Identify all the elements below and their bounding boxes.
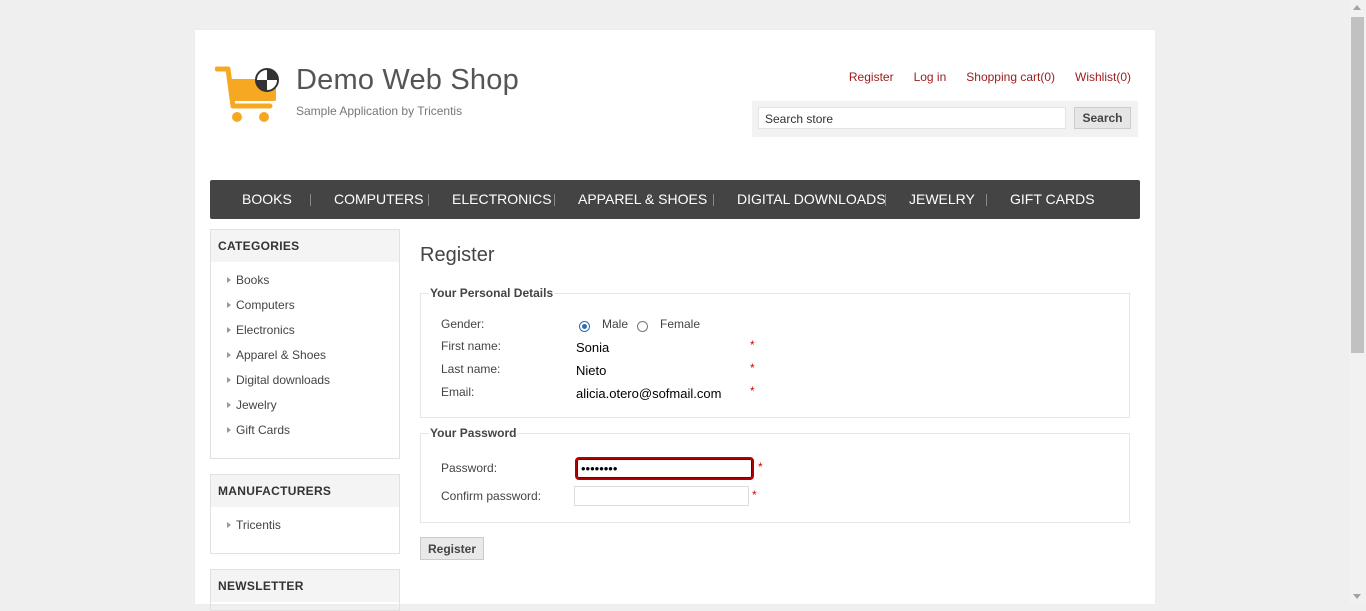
- arrow-right-icon: [227, 522, 231, 528]
- site-subtitle: Sample Application by Tricentis: [296, 104, 463, 118]
- personal-details-section: Your Personal Details Gender: Male Femal…: [420, 286, 1130, 418]
- register-button[interactable]: Register: [420, 537, 484, 560]
- wishlist-link[interactable]: Wishlist(0): [1075, 70, 1131, 84]
- category-label: Gift Cards: [236, 423, 291, 437]
- category-item-digital-downloads[interactable]: Digital downloads: [211, 368, 399, 393]
- arrow-right-icon: [227, 277, 231, 283]
- scroll-up-arrow-icon[interactable]: [1353, 5, 1361, 10]
- menu-item-books[interactable]: BOOKS: [242, 180, 292, 219]
- menu-item-digital-downloads[interactable]: DIGITAL DOWNLOADS: [737, 180, 886, 219]
- scrollbar-thumb[interactable]: [1351, 17, 1364, 353]
- required-marker: *: [752, 488, 757, 502]
- menu-separator: [310, 194, 311, 206]
- header-links: Register Log in Shopping cart(0) Wishlist(0…: [829, 70, 1131, 84]
- gender-male-radio[interactable]: [579, 321, 590, 332]
- required-marker: *: [750, 384, 755, 398]
- manufacturers-list: Tricentis: [211, 507, 399, 546]
- category-label: Digital downloads: [236, 373, 331, 387]
- menu-separator: [554, 194, 555, 206]
- category-item-computers[interactable]: Computers: [211, 293, 399, 318]
- email-label: Email:: [441, 385, 475, 399]
- scroll-down-arrow-icon[interactable]: [1353, 594, 1361, 599]
- arrow-right-icon: [227, 327, 231, 333]
- confirm-password-label: Confirm password:: [441, 489, 542, 503]
- manufacturer-label: Tricentis: [236, 518, 281, 532]
- search-button[interactable]: Search: [1074, 107, 1131, 129]
- arrow-right-icon: [227, 302, 231, 308]
- category-label: Apparel & Shoes: [236, 348, 327, 362]
- required-marker: *: [750, 338, 755, 352]
- gender-female-radio[interactable]: [637, 321, 648, 332]
- first-name-label: First name:: [441, 339, 502, 353]
- top-menu: BOOKS COMPUTERS ELECTRONICS APPAREL & SH…: [210, 180, 1140, 219]
- shopping-cart-link[interactable]: Shopping cart(0): [966, 70, 1055, 84]
- category-label: Computers: [236, 298, 295, 312]
- newsletter-block: NEWSLETTER: [210, 569, 400, 611]
- email-field[interactable]: alicia.otero@sofmail.com: [576, 386, 746, 401]
- category-item-books[interactable]: Books: [211, 268, 399, 293]
- cart-logo-icon[interactable]: [214, 66, 285, 124]
- required-marker: *: [750, 361, 755, 375]
- menu-separator: [428, 194, 429, 206]
- gender-female-label[interactable]: Female: [660, 317, 700, 331]
- categories-block: CATEGORIES Books Computers Electronics A…: [210, 229, 400, 459]
- menu-separator: [885, 194, 886, 206]
- password-field[interactable]: ••••••••: [575, 457, 754, 480]
- vertical-scrollbar[interactable]: [1349, 0, 1366, 604]
- manufacturers-title: MANUFACTURERS: [211, 475, 399, 507]
- first-name-field[interactable]: Sonia: [576, 340, 746, 355]
- categories-title: CATEGORIES: [211, 230, 399, 262]
- menu-item-electronics[interactable]: ELECTRONICS: [452, 180, 552, 219]
- confirm-password-field[interactable]: [574, 486, 749, 506]
- category-label: Jewelry: [236, 398, 277, 412]
- last-name-field[interactable]: Nieto: [576, 363, 746, 378]
- register-link[interactable]: Register: [849, 70, 894, 84]
- menu-item-computers[interactable]: COMPUTERS: [334, 180, 423, 219]
- category-item-gift-cards[interactable]: Gift Cards: [211, 418, 399, 443]
- arrow-right-icon: [227, 377, 231, 383]
- gender-label: Gender:: [441, 317, 485, 331]
- arrow-right-icon: [227, 427, 231, 433]
- manufacturer-item-tricentis[interactable]: Tricentis: [211, 513, 399, 538]
- menu-item-jewelry[interactable]: JEWELRY: [909, 180, 975, 219]
- personal-details-legend: Your Personal Details: [429, 286, 555, 300]
- category-item-jewelry[interactable]: Jewelry: [211, 393, 399, 418]
- categories-list: Books Computers Electronics Apparel & Sh…: [211, 262, 399, 451]
- login-link[interactable]: Log in: [914, 70, 947, 84]
- category-label: Electronics: [236, 323, 295, 337]
- category-item-apparel-shoes[interactable]: Apparel & Shoes: [211, 343, 399, 368]
- page-title: Register: [420, 244, 495, 266]
- menu-item-apparel-shoes[interactable]: APPAREL & SHOES: [578, 180, 707, 219]
- search-box: Search store Search: [752, 101, 1138, 137]
- category-label: Books: [236, 273, 270, 287]
- password-label: Password:: [441, 461, 498, 475]
- password-legend: Your Password: [429, 426, 518, 440]
- arrow-right-icon: [227, 352, 231, 358]
- newsletter-title: NEWSLETTER: [211, 570, 399, 602]
- category-item-electronics[interactable]: Electronics: [211, 318, 399, 343]
- arrow-right-icon: [227, 402, 231, 408]
- search-input[interactable]: Search store: [758, 107, 1066, 129]
- menu-separator: [986, 194, 987, 206]
- required-marker: *: [758, 460, 763, 474]
- password-section: Your Password Password: •••••••• * Confi…: [420, 426, 1130, 523]
- menu-separator: [713, 194, 714, 206]
- site-title[interactable]: Demo Web Shop: [296, 64, 519, 97]
- page-container: Demo Web Shop Sample Application by Tric…: [195, 30, 1155, 611]
- menu-item-gift-cards[interactable]: GIFT CARDS: [1010, 180, 1095, 219]
- manufacturers-block: MANUFACTURERS Tricentis: [210, 474, 400, 554]
- gender-male-label[interactable]: Male: [602, 317, 628, 331]
- last-name-label: Last name:: [441, 362, 501, 376]
